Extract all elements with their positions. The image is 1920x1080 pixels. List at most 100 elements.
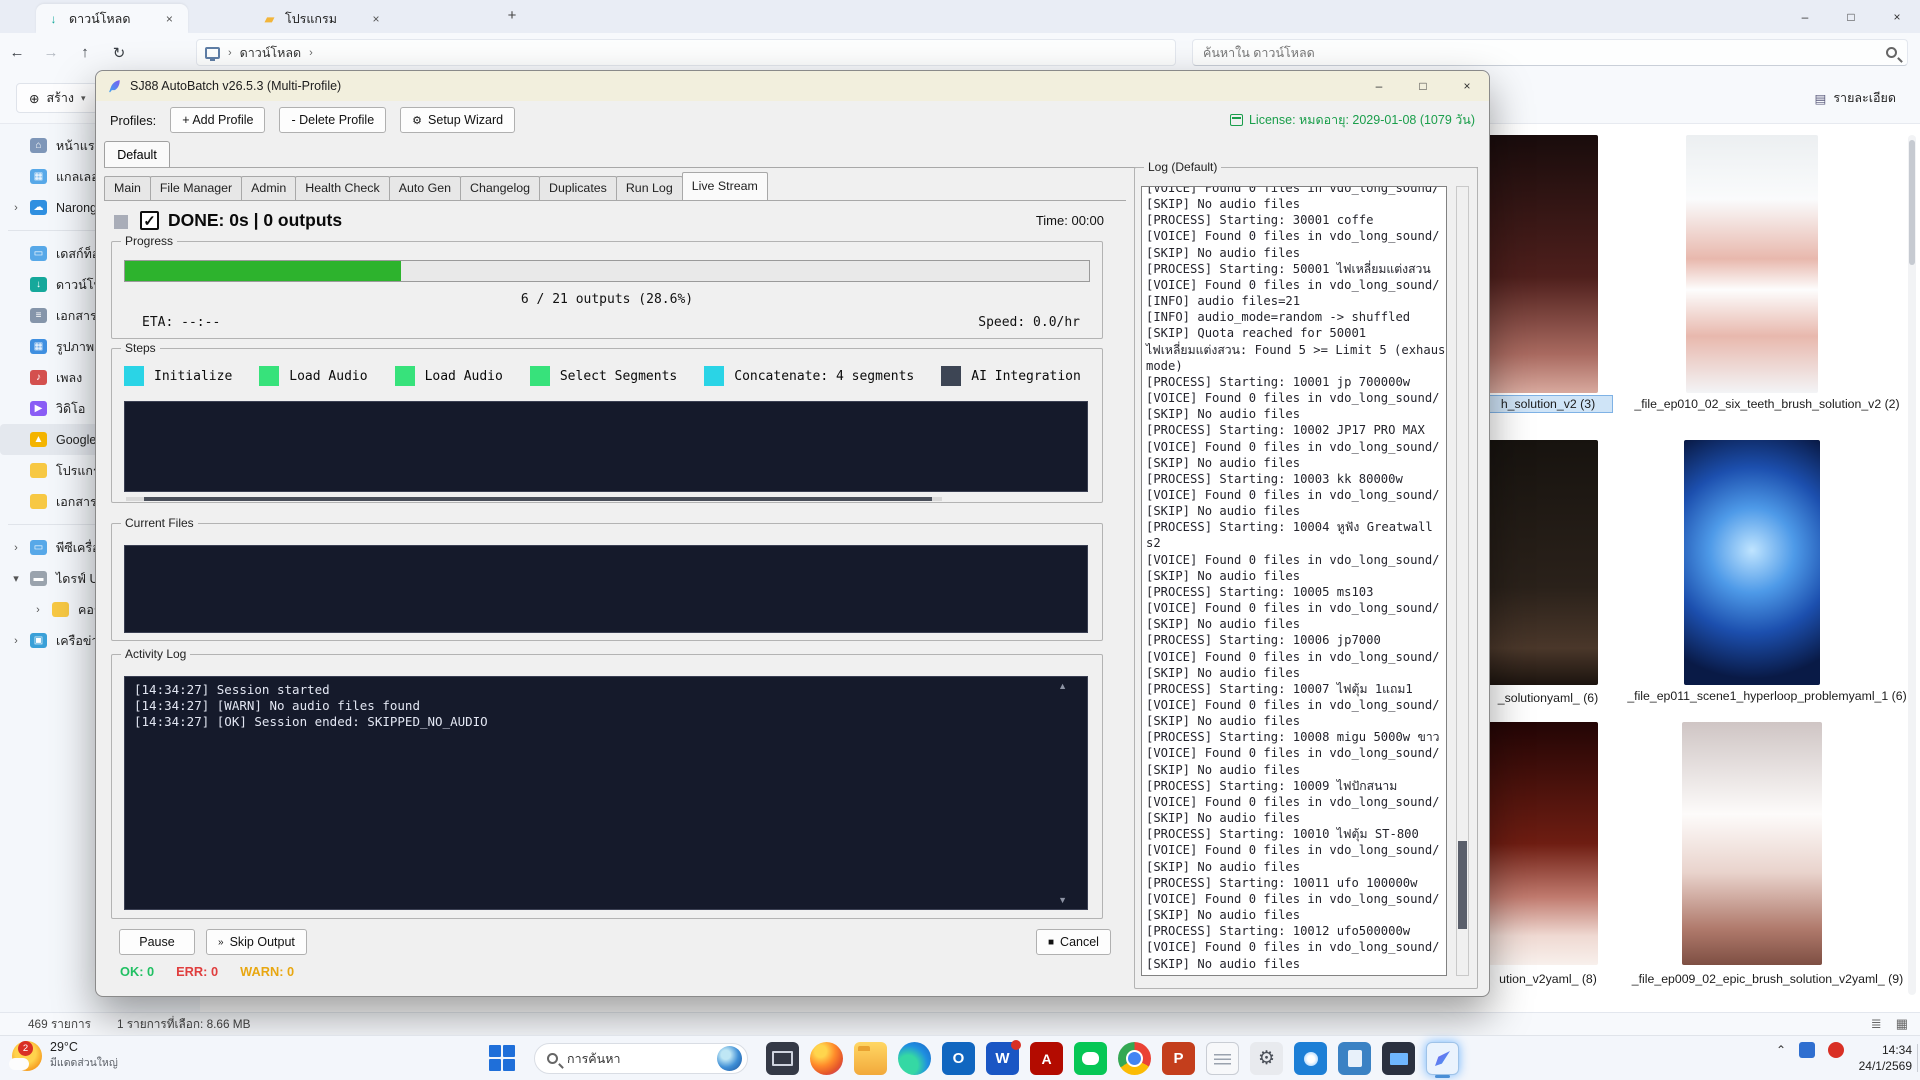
scroll-down-icon[interactable]: ▼ [1058, 895, 1067, 905]
notebook-tab[interactable]: File Manager [150, 176, 242, 200]
setup-wizard-button[interactable]: ⚙ Setup Wizard [400, 107, 515, 133]
pause-button[interactable]: Pause [119, 929, 195, 955]
sj88-autobatch-window: SJ88 AutoBatch v26.5.3 (Multi-Profile) –… [95, 70, 1490, 997]
delete-profile-button[interactable]: - Delete Profile [279, 107, 386, 133]
notebook-tab[interactable]: Admin [241, 176, 296, 200]
scrollbar-thumb[interactable] [1458, 841, 1467, 929]
explorer-scrollbar[interactable] [1908, 135, 1916, 995]
scrollbar-thumb[interactable] [1909, 140, 1915, 265]
explorer-minimize-button[interactable]: – [1782, 0, 1828, 33]
log-line: [SKIP] No audio files [1146, 907, 1442, 923]
sidebar-item-icon: ▣ [30, 633, 47, 648]
explorer-maximize-button[interactable]: □ [1828, 0, 1874, 33]
chevron-icon[interactable]: › [10, 202, 22, 214]
notebook-tab[interactable]: Live Stream [682, 172, 768, 200]
notebook-tab[interactable]: Run Log [616, 176, 683, 200]
taskbar-clock[interactable]: 14:34 24/1/2569 [1859, 1042, 1912, 1074]
dialog-maximize-button[interactable]: □ [1401, 71, 1445, 101]
file-thumbnail[interactable] [1684, 440, 1820, 685]
show-desktop-button[interactable] [1917, 1044, 1918, 1072]
back-icon[interactable]: ← [0, 44, 34, 61]
taskbar-calculator-icon[interactable] [1338, 1042, 1371, 1075]
file-item-selected[interactable]: h_solution_v2 (3) [1484, 396, 1612, 412]
step-status-swatch [704, 366, 724, 386]
start-button[interactable] [489, 1045, 516, 1072]
notebook-tab[interactable]: Changelog [460, 176, 540, 200]
taskbar-acrobat-icon[interactable]: A [1030, 1042, 1063, 1075]
taskbar-outlook-icon[interactable]: O [942, 1042, 975, 1075]
stop-indicator-icon[interactable] [114, 215, 128, 229]
forward-icon[interactable]: → [34, 44, 68, 61]
new-button[interactable]: ⊕ สร้าง ▾ [16, 83, 98, 113]
activity-log-console[interactable]: [14:34:27] Session started[14:34:27] [WA… [124, 676, 1088, 910]
close-tab-icon[interactable]: × [367, 10, 385, 28]
up-icon[interactable]: ↑ [68, 44, 102, 61]
explorer-close-button[interactable]: × [1874, 0, 1920, 33]
current-files-console [124, 545, 1088, 633]
refresh-icon[interactable]: ↻ [102, 44, 136, 62]
notebook-tab[interactable]: Auto Gen [389, 176, 461, 200]
log-line: [VOICE] Found 0 files in vdo_long_sound/ [1146, 600, 1442, 616]
skip-output-button[interactable]: » Skip Output [206, 929, 307, 955]
log-line: [INFO] audio files=21 [1146, 293, 1442, 309]
scrollbar-thumb[interactable] [144, 497, 932, 501]
breadcrumb[interactable]: › ดาวน์โหลด › [196, 39, 1176, 66]
log-scrollbar[interactable] [1456, 186, 1469, 976]
explorer-search-input[interactable]: ค้นหาใน ดาวน์โหลด [1192, 39, 1908, 66]
notebook-tab[interactable]: Duplicates [539, 176, 617, 200]
taskbar-word-icon[interactable]: W [986, 1042, 1019, 1075]
new-tab-button[interactable]: + [500, 7, 524, 29]
file-item[interactable]: _file_ep011_scene1_hyperloop_problemyaml… [1622, 688, 1912, 704]
taskbar-sj88-autobatch-icon[interactable] [1426, 1042, 1459, 1075]
log-line: [PROCESS] Starting: 10012 ufo500000w [1146, 923, 1442, 939]
file-thumbnail[interactable] [1682, 722, 1822, 965]
dialog-title-bar[interactable]: SJ88 AutoBatch v26.5.3 (Multi-Profile) –… [96, 71, 1489, 101]
log-line: [VOICE] Found 0 files in vdo_long_sound/ [1146, 186, 1442, 196]
done-checkbox[interactable]: ✓ [140, 211, 159, 230]
chevron-icon[interactable]: › [32, 604, 44, 616]
chevron-icon[interactable]: › [10, 542, 22, 554]
taskbar-device-icon[interactable] [766, 1042, 799, 1075]
sidebar-item-label: Google [56, 433, 96, 447]
tray-app-icon[interactable] [1828, 1042, 1844, 1058]
profile-tab-default[interactable]: Default [104, 141, 170, 168]
chevron-icon[interactable]: › [10, 635, 22, 647]
log-output[interactable]: [VOICE] Found 0 files in vdo_long_sound/… [1141, 186, 1447, 976]
file-item[interactable]: _solutionyaml_ (6) [1480, 690, 1616, 706]
taskbar-chrome-icon[interactable] [1118, 1042, 1151, 1075]
explorer-tab-programs[interactable]: ▰ โปรแกรม × [252, 4, 395, 33]
taskbar-notepad-icon[interactable] [1206, 1042, 1239, 1075]
thumbnail-view-icon[interactable]: ▦ [1896, 1016, 1908, 1032]
weather-widget[interactable]: 2 29°C มีแดดส่วนใหญ่ [12, 1040, 118, 1071]
taskbar-firefox-icon[interactable] [810, 1042, 843, 1075]
taskbar-file-explorer-icon[interactable] [854, 1042, 887, 1075]
taskbar-edge-icon[interactable] [898, 1042, 931, 1075]
file-item[interactable]: ution_v2yaml_ (8) [1480, 971, 1616, 987]
file-thumbnail[interactable] [1686, 135, 1818, 393]
cancel-button[interactable]: ■ Cancel [1036, 929, 1111, 955]
breadcrumb-downloads[interactable]: ดาวน์โหลด [240, 43, 301, 63]
dialog-minimize-button[interactable]: – [1357, 71, 1401, 101]
taskbar-powerpoint-icon[interactable]: P [1162, 1042, 1195, 1075]
chevron-icon[interactable]: ▾ [10, 572, 22, 585]
explorer-tab-downloads[interactable]: ↓ ดาวน์โหลด × [36, 4, 188, 33]
close-tab-icon[interactable]: × [160, 10, 178, 28]
taskbar-search-input[interactable]: การค้นหา [534, 1043, 748, 1074]
tray-app-icon[interactable] [1799, 1042, 1815, 1058]
sidebar-item-label: รูปภาพ [56, 337, 94, 357]
notebook-tab[interactable]: Health Check [295, 176, 389, 200]
steps-horizontal-scrollbar[interactable] [126, 497, 942, 501]
taskbar-settings-icon[interactable]: ⚙ [1250, 1042, 1283, 1075]
details-button[interactable]: ▤ รายละเอียด [1805, 84, 1906, 112]
file-item[interactable]: _file_ep010_02_six_teeth_brush_solution_… [1622, 396, 1912, 412]
taskbar-photos-icon[interactable] [1294, 1042, 1327, 1075]
dialog-close-button[interactable]: × [1445, 71, 1489, 101]
scroll-up-icon[interactable]: ▲ [1058, 681, 1067, 691]
taskbar-line-icon[interactable] [1074, 1042, 1107, 1075]
file-item[interactable]: _file_ep009_02_epic_brush_solution_v2yam… [1620, 971, 1915, 987]
taskbar-monitor-icon[interactable] [1382, 1042, 1415, 1075]
list-view-icon[interactable]: ≣ [1871, 1016, 1882, 1032]
tray-chevron-up-icon[interactable]: ⌃ [1776, 1043, 1786, 1057]
notebook-tab[interactable]: Main [104, 176, 151, 200]
add-profile-button[interactable]: + Add Profile [170, 107, 265, 133]
